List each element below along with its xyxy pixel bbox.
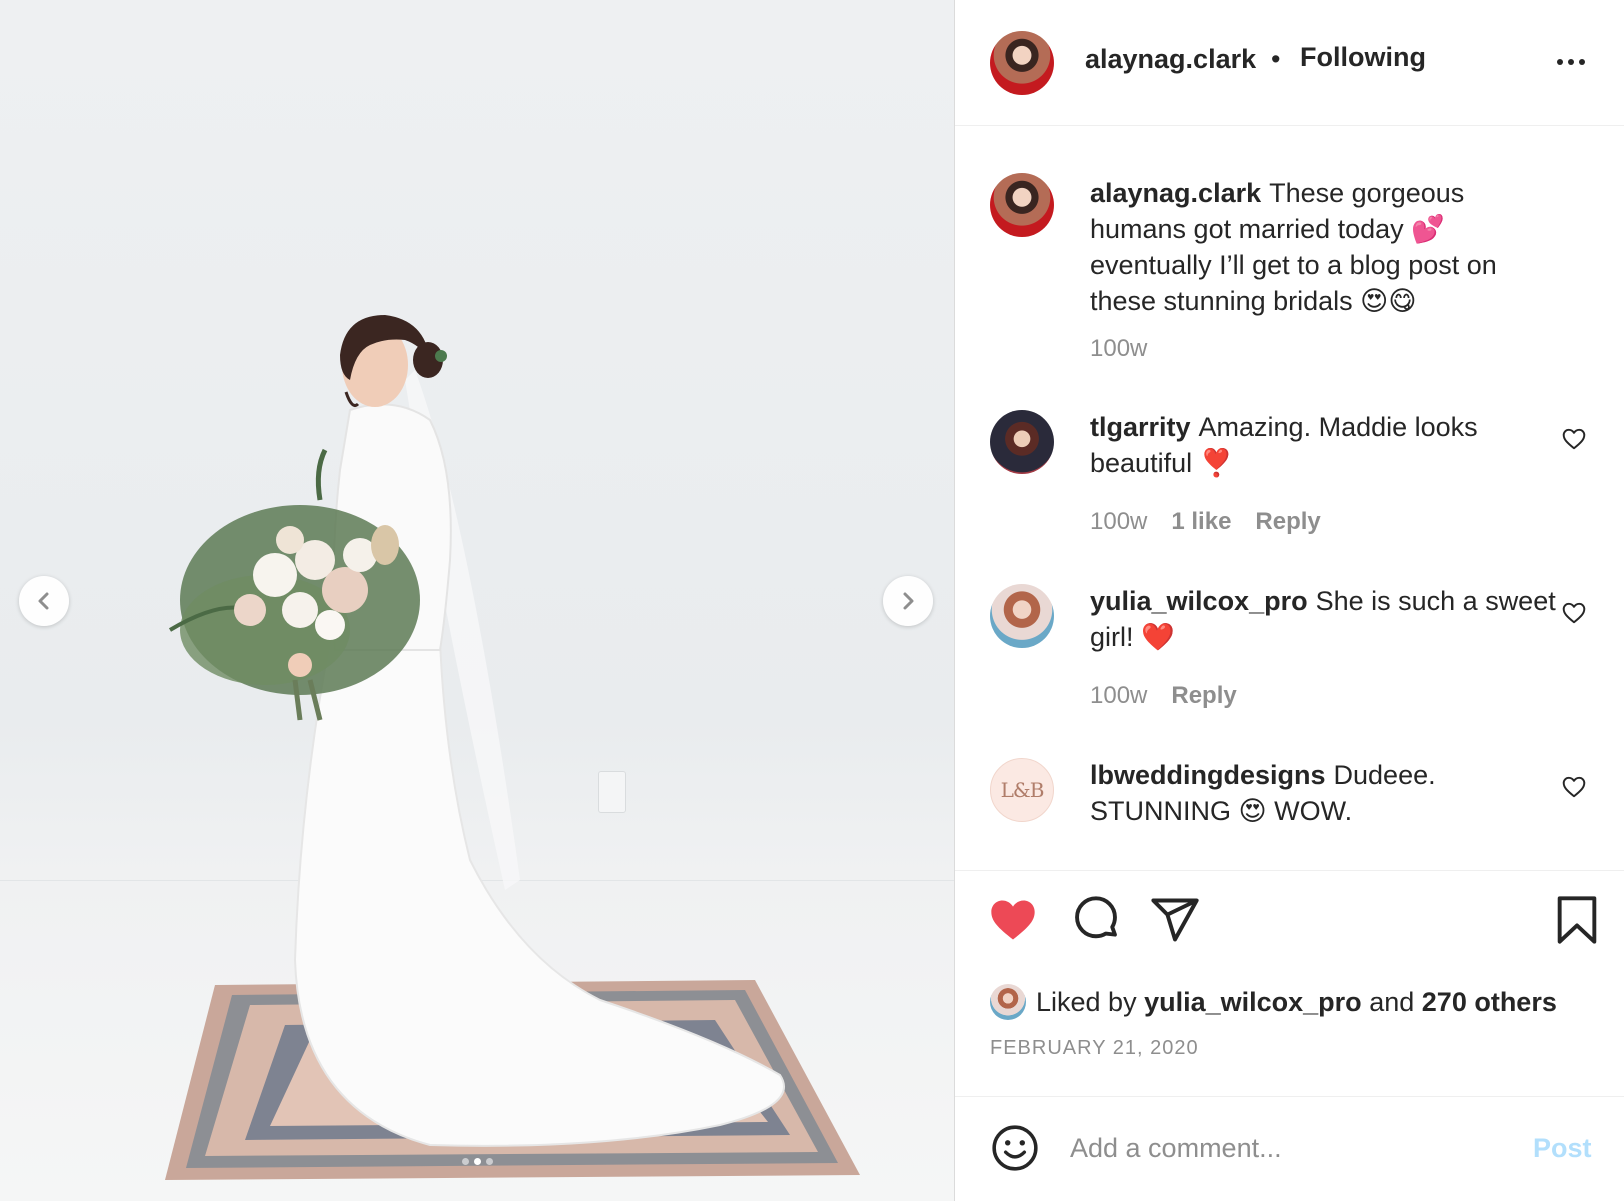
comment-like-icon[interactable] xyxy=(1561,774,1587,800)
caption-username[interactable]: alaynag.clark xyxy=(1090,178,1261,208)
carousel-dot xyxy=(474,1158,481,1165)
liker-avatar[interactable] xyxy=(990,984,1026,1020)
following-button[interactable]: Following xyxy=(1300,42,1426,73)
bride-illustration xyxy=(165,315,860,1180)
comment-input[interactable] xyxy=(1070,1125,1490,1171)
post-actions: Liked by yulia_wilcox_pro and 270 others… xyxy=(955,872,1624,1102)
author-avatar[interactable] xyxy=(990,31,1054,95)
comments-list[interactable]: alaynag.clark These gorgeous humans got m… xyxy=(955,127,1624,871)
liked-by-conjunction: and xyxy=(1369,986,1415,1017)
post-header: alaynag.clark • Following xyxy=(955,0,1624,126)
liked-by: Liked by yulia_wilcox_pro and 270 others xyxy=(990,980,1557,1024)
post-photo xyxy=(0,0,955,1201)
comment-like-icon[interactable] xyxy=(1561,600,1587,626)
caption-time[interactable]: 100w xyxy=(1090,335,1147,363)
share-icon[interactable] xyxy=(1149,894,1201,946)
header-separator: • xyxy=(1271,44,1281,74)
other-likes-link[interactable]: 270 others xyxy=(1422,987,1557,1018)
post-comment-button[interactable]: Post xyxy=(1533,1133,1592,1164)
comment-time[interactable]: 100w xyxy=(1090,682,1147,710)
comment-composer: Post xyxy=(955,1096,1624,1201)
carousel-dot xyxy=(462,1158,469,1165)
reply-button[interactable]: Reply xyxy=(1255,508,1320,536)
commenter-username[interactable]: yulia_wilcox_pro xyxy=(1090,586,1308,616)
carousel-dot xyxy=(486,1158,493,1165)
bookmark-icon[interactable] xyxy=(1551,894,1603,946)
more-dot-icon xyxy=(1568,59,1574,65)
commenter-avatar[interactable] xyxy=(990,410,1054,474)
heart-filled-icon[interactable] xyxy=(987,894,1039,946)
liked-by-prefix: Liked by xyxy=(1036,986,1137,1017)
caption-avatar[interactable] xyxy=(990,173,1054,237)
comment-likes[interactable]: 1 like xyxy=(1171,508,1231,536)
liker-username[interactable]: yulia_wilcox_pro xyxy=(1144,987,1362,1018)
comment-like-icon[interactable] xyxy=(1561,426,1587,452)
chevron-left-icon xyxy=(38,592,49,610)
chevron-right-icon xyxy=(903,592,914,610)
reply-button[interactable]: Reply xyxy=(1171,682,1236,710)
author-username[interactable]: alaynag.clark xyxy=(1085,44,1256,75)
post-date[interactable]: FEBRUARY 21, 2020 xyxy=(990,1037,1199,1060)
commenter-avatar[interactable] xyxy=(990,584,1054,648)
commenter-username[interactable]: tlgarrity xyxy=(1090,412,1191,442)
comment-time[interactable]: 100w xyxy=(1090,508,1147,536)
previous-slide-button[interactable] xyxy=(19,576,69,626)
carousel-indicator xyxy=(0,1158,954,1165)
commenter-username[interactable]: lbweddingdesigns xyxy=(1090,760,1326,790)
next-slide-button[interactable] xyxy=(883,576,933,626)
more-dot-icon xyxy=(1579,59,1585,65)
more-options-button[interactable] xyxy=(1551,50,1591,74)
commenter-avatar[interactable]: L&B xyxy=(990,758,1054,822)
comment-icon[interactable] xyxy=(1070,894,1122,946)
post-side-panel: alaynag.clark • Following alaynag.clark T… xyxy=(955,0,1624,1201)
emoji-icon[interactable] xyxy=(990,1123,1040,1173)
more-dot-icon xyxy=(1557,59,1563,65)
